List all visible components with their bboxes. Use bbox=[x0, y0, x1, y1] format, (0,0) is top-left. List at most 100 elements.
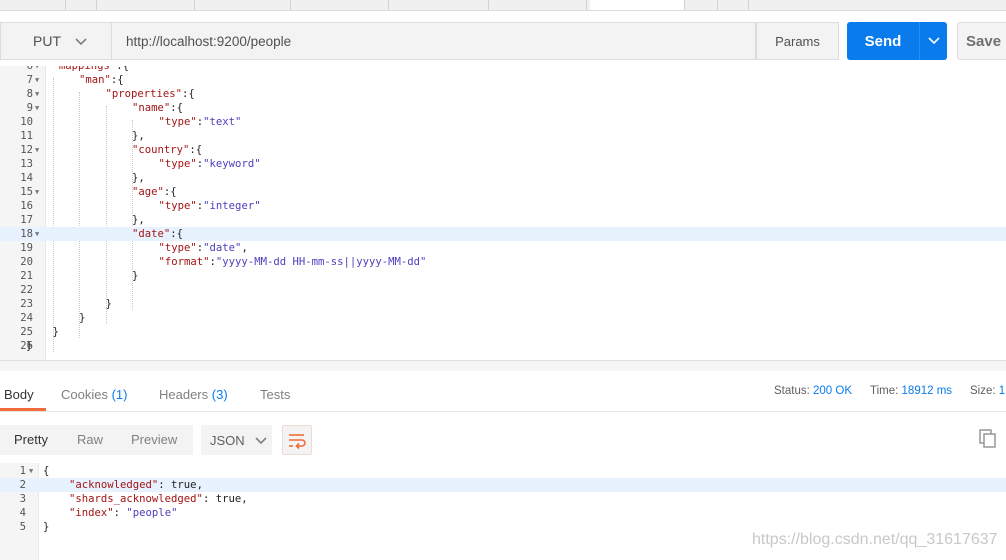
line-number: 21 bbox=[20, 270, 33, 282]
response-line: 1 ▼ { bbox=[0, 464, 1006, 478]
time-info: Time: 18912 ms bbox=[870, 385, 952, 397]
code-text: }, bbox=[132, 172, 145, 184]
fold-arrow-icon[interactable]: ▼ bbox=[35, 87, 39, 101]
request-tab-strip bbox=[0, 0, 1006, 11]
line-number: 13 bbox=[20, 158, 33, 170]
code-text: "properties":{ bbox=[105, 88, 195, 100]
request-tab[interactable] bbox=[66, 0, 97, 10]
fold-arrow-icon[interactable]: ▼ bbox=[29, 464, 33, 478]
code-text: "age":{ bbox=[132, 186, 177, 198]
watermark: https://blog.csdn.net/qq_31617637 bbox=[752, 531, 998, 548]
response-text: "acknowledged": true, bbox=[69, 479, 203, 491]
code-text: "format":"yyyy-MM-dd HH-mm-ss||yyyy-MM-d… bbox=[158, 256, 427, 268]
code-text: "type":"date", bbox=[158, 242, 248, 254]
line-number: 16 bbox=[20, 200, 33, 212]
line-number: 22 bbox=[20, 284, 33, 296]
code-line: 22 bbox=[0, 283, 1006, 297]
line-number: 19 bbox=[20, 242, 33, 254]
tab-cookies[interactable]: Cookies (1) bbox=[61, 387, 127, 402]
wrap-lines-icon bbox=[283, 434, 311, 458]
method-select[interactable]: PUT bbox=[0, 22, 112, 60]
line-number: 6 bbox=[26, 66, 33, 72]
line-number: 5 bbox=[19, 521, 26, 533]
code-line: 25} bbox=[0, 325, 1006, 339]
code-text: "type":"keyword" bbox=[158, 158, 261, 170]
line-number: 10 bbox=[20, 116, 33, 128]
request-tab[interactable] bbox=[97, 0, 195, 10]
send-dropdown-button[interactable] bbox=[919, 22, 947, 60]
response-text: { bbox=[43, 465, 50, 477]
line-number: 7 bbox=[26, 74, 33, 86]
headers-count: (3) bbox=[211, 387, 228, 402]
code-text: "man":{ bbox=[79, 74, 124, 86]
request-tab[interactable] bbox=[0, 0, 66, 10]
code-line: 14}, bbox=[0, 171, 1006, 185]
send-button[interactable]: Send bbox=[847, 22, 919, 60]
cookies-count: (1) bbox=[111, 387, 128, 402]
line-number: 9 bbox=[26, 102, 33, 114]
tab-cookies-label: Cookies bbox=[61, 387, 108, 402]
request-tab[interactable] bbox=[291, 0, 389, 10]
code-text: } bbox=[105, 298, 112, 310]
request-tab[interactable] bbox=[489, 0, 587, 10]
chevron-down-icon bbox=[255, 433, 267, 448]
response-format-bar: Pretty Raw Preview JSON bbox=[0, 412, 1006, 462]
wrap-lines-button[interactable] bbox=[282, 425, 312, 455]
format-select[interactable]: JSON bbox=[201, 425, 272, 455]
code-text: "name":{ bbox=[132, 102, 184, 114]
request-bar: PUT http://localhost:9200/people Params … bbox=[0, 11, 1006, 71]
tab-headers[interactable]: Headers (3) bbox=[159, 387, 228, 402]
tab-headers-label: Headers bbox=[159, 387, 209, 402]
view-mode-toggle: Pretty Raw Preview bbox=[0, 425, 193, 455]
request-body-editor[interactable]: 6 ▼ "mappings":{7 ▼ "man":{8 ▼ "properties":{9… bbox=[0, 66, 1006, 360]
response-text: "shards_acknowledged": true, bbox=[69, 493, 248, 505]
code-line: 12 ▼ "country":{ bbox=[0, 143, 1006, 157]
fold-arrow-icon[interactable]: ▼ bbox=[35, 101, 39, 115]
request-tab[interactable] bbox=[195, 0, 291, 10]
fold-arrow-icon[interactable]: ▼ bbox=[35, 185, 39, 199]
fold-arrow-icon[interactable]: ▼ bbox=[35, 66, 39, 73]
code-line: 24} bbox=[0, 311, 1006, 325]
active-tab-indicator bbox=[0, 408, 46, 411]
code-line: 17}, bbox=[0, 213, 1006, 227]
response-line: 2 "acknowledged": true, bbox=[0, 478, 1006, 492]
preview-button[interactable]: Preview bbox=[131, 432, 177, 447]
tab-body[interactable]: Body bbox=[4, 387, 34, 402]
params-button[interactable]: Params bbox=[756, 22, 839, 60]
fold-arrow-icon[interactable]: ▼ bbox=[35, 143, 39, 157]
line-number: 18 bbox=[20, 228, 33, 240]
size-info: Size: 1 bbox=[970, 385, 1005, 397]
line-number: 17 bbox=[20, 214, 33, 226]
line-number: 25 bbox=[20, 326, 33, 338]
code-text: "country":{ bbox=[132, 144, 203, 156]
code-line: 13 "type":"keyword" bbox=[0, 157, 1006, 171]
size-label: Size: bbox=[970, 385, 996, 397]
code-line: 8 ▼ "properties":{ bbox=[0, 87, 1006, 101]
line-number: 1 bbox=[19, 465, 26, 477]
status-label: Status: bbox=[774, 385, 810, 397]
tab-options-button[interactable] bbox=[718, 0, 749, 10]
copy-icon[interactable] bbox=[978, 428, 998, 450]
save-button[interactable]: Save bbox=[957, 22, 1006, 60]
fold-arrow-icon[interactable]: ▼ bbox=[35, 73, 39, 87]
line-number: 8 bbox=[26, 88, 33, 100]
time-value[interactable]: 18912 ms bbox=[902, 385, 953, 397]
code-text: "type":"text" bbox=[158, 116, 242, 128]
status-value[interactable]: 200 OK bbox=[813, 385, 852, 397]
tab-tests[interactable]: Tests bbox=[260, 387, 290, 402]
pretty-button[interactable]: Pretty bbox=[14, 432, 48, 447]
url-input[interactable]: http://localhost:9200/people bbox=[112, 22, 756, 60]
code-text: "type":"integer" bbox=[158, 200, 261, 212]
request-tab-active[interactable] bbox=[590, 0, 685, 10]
pane-divider[interactable] bbox=[0, 360, 1006, 371]
fold-arrow-icon[interactable]: ▼ bbox=[35, 227, 39, 241]
request-tab[interactable] bbox=[394, 0, 489, 10]
line-number: 15 bbox=[20, 186, 33, 198]
code-line: 15 ▼ "age":{ bbox=[0, 185, 1006, 199]
new-tab-button[interactable] bbox=[688, 0, 718, 10]
raw-button[interactable]: Raw bbox=[77, 432, 103, 447]
response-tabs-bar: Body Cookies (1) Headers (3) Tests Statu… bbox=[0, 371, 1006, 412]
size-value[interactable]: 1 bbox=[999, 385, 1005, 397]
response-text: } bbox=[43, 521, 50, 533]
line-number: 23 bbox=[20, 298, 33, 310]
